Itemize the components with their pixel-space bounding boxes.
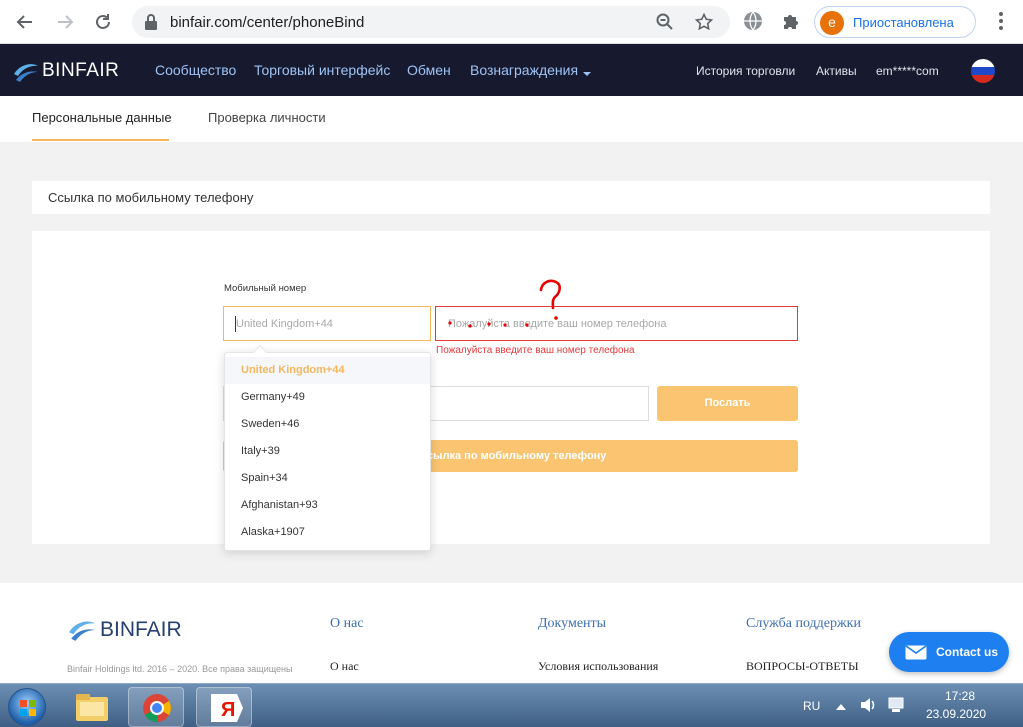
- nav-assets[interactable]: Активы: [816, 64, 857, 78]
- country-dropdown: United Kingdom+44 Germany+49 Sweden+46 I…: [224, 344, 431, 551]
- yandex-browser-icon[interactable]: Я: [196, 687, 252, 727]
- reload-icon[interactable]: [91, 10, 115, 34]
- nav-community[interactable]: Сообщество: [155, 62, 236, 78]
- clock-time[interactable]: 17:28: [945, 689, 975, 703]
- section-title: Ссылка по мобильному телефону: [48, 190, 254, 205]
- logo-swoosh-icon: [14, 64, 38, 82]
- country-option[interactable]: United Kingdom+44: [225, 357, 430, 384]
- country-option[interactable]: Italy+39: [225, 438, 430, 465]
- extensions-puzzle-icon[interactable]: [780, 10, 802, 32]
- footer-heading-support: Служба поддержки: [746, 616, 861, 631]
- tabs-bar: Персональные данные Проверка личности: [0, 96, 1023, 142]
- copyright-text: Binfair Holdings ltd. 2016 – 2020. Все п…: [67, 664, 293, 674]
- zoom-icon[interactable]: [656, 13, 674, 31]
- volume-icon[interactable]: [858, 695, 878, 718]
- browser-toolbar: binfair.com/center/phoneBind e Приостано…: [0, 0, 1023, 44]
- contact-us-label: Contact us: [936, 645, 999, 659]
- footer-logo[interactable]: BINFAIR: [66, 615, 196, 645]
- footer-link-terms[interactable]: Условия использования: [538, 659, 658, 674]
- footer-heading-documents: Документы: [538, 616, 607, 631]
- country-option[interactable]: Spain+34: [225, 465, 430, 492]
- bookmark-star-icon[interactable]: [694, 12, 714, 31]
- network-icon[interactable]: [886, 695, 906, 718]
- footer-heading-about: О нас: [330, 616, 364, 631]
- svg-text:Я: Я: [221, 699, 235, 721]
- globe-extension-icon[interactable]: [742, 10, 764, 32]
- bind-phone-label: сылка по мобильному телефону: [427, 450, 607, 462]
- profile-button[interactable]: e Приостановлена: [814, 6, 976, 38]
- profile-avatar: e: [820, 11, 844, 35]
- file-explorer-icon[interactable]: [64, 687, 120, 727]
- country-option[interactable]: Alaska+1907: [225, 519, 430, 546]
- site-header: BINFAIR Сообщество Торговый интерфейс Об…: [0, 44, 1023, 96]
- country-option[interactable]: Sweden+46: [225, 411, 430, 438]
- phone-error-message: Пожалуйста введите ваш номер телефона: [436, 345, 635, 356]
- section-header: Ссылка по мобильному телефону: [32, 181, 990, 214]
- chrome-taskbar-icon[interactable]: [128, 687, 184, 727]
- logo-swoosh-icon: [69, 621, 95, 641]
- browser-menu-icon[interactable]: [993, 12, 1009, 32]
- back-icon[interactable]: [13, 10, 37, 34]
- send-code-button[interactable]: Послать: [657, 386, 798, 421]
- country-placeholder: United Kingdom+44: [236, 318, 333, 330]
- tray-expand-icon[interactable]: [836, 700, 846, 714]
- envelope-icon: [905, 645, 927, 660]
- tab-identity-verification[interactable]: Проверка личности: [208, 110, 326, 125]
- nav-rewards[interactable]: Вознаграждения: [470, 62, 578, 78]
- profile-status: Приостановлена: [853, 15, 954, 30]
- footer-link-faq[interactable]: ВОПРОСЫ-ОТВЕТЫ: [746, 659, 859, 674]
- url-text[interactable]: binfair.com/center/phoneBind: [170, 14, 364, 31]
- start-button-icon[interactable]: [8, 688, 46, 726]
- russia-flag-icon[interactable]: [971, 59, 995, 83]
- address-bar[interactable]: binfair.com/center/phoneBind: [132, 6, 730, 38]
- footer-link-about[interactable]: О нас: [330, 659, 359, 674]
- mobile-number-label: Мобильный номер: [224, 283, 307, 294]
- binfair-logo[interactable]: BINFAIR: [12, 58, 119, 84]
- nav-trade-history[interactable]: История торговли: [696, 64, 795, 78]
- nav-trading-interface[interactable]: Торговый интерфейс: [254, 62, 390, 78]
- contact-us-button[interactable]: Contact us: [889, 632, 1009, 672]
- active-tab-indicator: [32, 139, 169, 141]
- nav-exchange[interactable]: Обмен: [407, 62, 451, 78]
- country-code-select[interactable]: United Kingdom+44: [223, 306, 431, 341]
- country-option[interactable]: Afghanistan+93: [225, 492, 430, 519]
- user-account[interactable]: em*****com: [876, 64, 939, 78]
- phone-placeholder: Пожалуйста введите ваш номер телефона: [448, 318, 667, 330]
- chevron-down-icon[interactable]: [583, 66, 591, 80]
- phone-number-input[interactable]: Пожалуйста введите ваш номер телефона: [435, 306, 798, 341]
- windows-taskbar: Я RU 17:28 23.09.2020: [0, 683, 1023, 727]
- country-option[interactable]: Germany+49: [225, 384, 430, 411]
- forward-icon[interactable]: [53, 10, 77, 34]
- lock-icon[interactable]: [144, 13, 162, 31]
- clock-date[interactable]: 23.09.2020: [926, 707, 986, 721]
- language-indicator[interactable]: RU: [803, 699, 820, 713]
- tab-personal-data[interactable]: Персональные данные: [32, 110, 172, 125]
